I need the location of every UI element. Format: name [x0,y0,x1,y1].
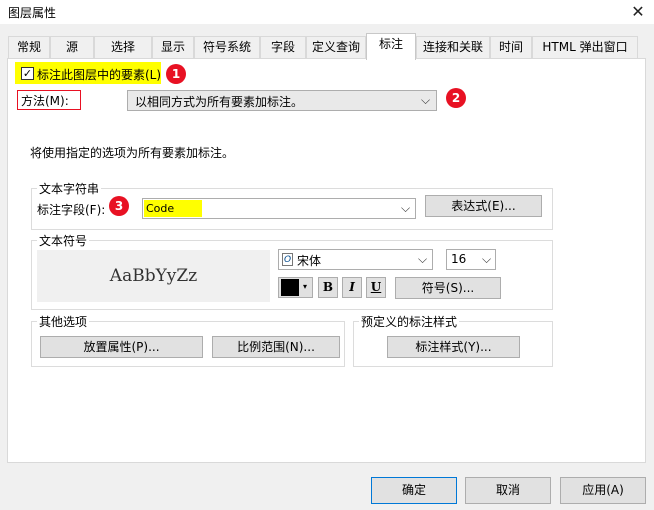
predefined-style-group-title: 预定义的标注样式 [359,313,460,330]
tab-definition-query[interactable]: 定义查询 [306,36,366,58]
chevron-down-icon[interactable]: ⌵ [482,252,491,267]
chevron-down-icon[interactable]: ⌵ [418,252,427,267]
label-features-label[interactable]: 标注此图层中的要素(L) [37,66,161,83]
label-field-value: Code [146,202,175,215]
symbol-preview: AaBbYyZz [37,250,270,302]
tab-html-popup[interactable]: HTML 弹出窗口 [532,36,638,58]
caret-down-icon: ▾ [303,282,308,291]
color-swatch [281,279,299,296]
expression-button[interactable]: 表达式(E)... [425,195,542,217]
method-description: 将使用指定的选项为所有要素加标注。 [30,146,235,160]
ok-button[interactable]: 确定 [371,477,457,504]
annotation-badge-3: 3 [109,196,129,216]
underline-button[interactable]: U [366,277,386,298]
title-bar [0,0,654,24]
annotation-badge-1: 1 [166,64,186,84]
method-value: 以相同方式为所有要素加标注。 [135,95,304,109]
font-type-icon: O [282,253,293,266]
text-symbol-group-title: 文本符号 [37,232,90,249]
method-label: 方法(M): [21,94,69,108]
close-icon[interactable]: ✕ [626,1,650,23]
tab-general[interactable]: 常规 [8,36,50,58]
annotation-badge-2: 2 [446,88,466,108]
window-title: 图层属性 [8,6,57,20]
tab-symbology[interactable]: 符号系统 [194,36,260,58]
tab-time[interactable]: 时间 [490,36,532,58]
chevron-down-icon[interactable]: ⌵ [401,201,410,216]
placement-properties-button[interactable]: 放置属性(P)... [40,336,203,358]
label-styles-button[interactable]: 标注样式(Y)... [387,336,520,358]
italic-button[interactable]: I [342,277,362,298]
tab-labels[interactable]: 标注 [366,33,416,60]
tab-selection[interactable]: 选择 [94,36,152,58]
label-features-checkbox[interactable]: ✓ [21,67,34,80]
tab-joins-relates[interactable]: 连接和关联 [416,36,490,58]
tab-display[interactable]: 显示 [152,36,194,58]
bold-button[interactable]: B [318,277,338,298]
apply-button[interactable]: 应用(A) [560,477,646,504]
chevron-down-icon[interactable]: ⌵ [421,93,430,108]
tab-source[interactable]: 源 [50,36,94,58]
font-size-value: 16 [451,252,467,266]
tab-fields[interactable]: 字段 [260,36,306,58]
label-field-label: 标注字段(F): [37,203,106,217]
cancel-button[interactable]: 取消 [465,477,551,504]
font-value: 宋体 [297,254,322,268]
scale-range-button[interactable]: 比例范围(N)... [212,336,340,358]
symbol-button[interactable]: 符号(S)... [395,277,501,299]
text-string-group-title: 文本字符串 [37,180,102,197]
other-options-group-title: 其他选项 [37,313,90,330]
